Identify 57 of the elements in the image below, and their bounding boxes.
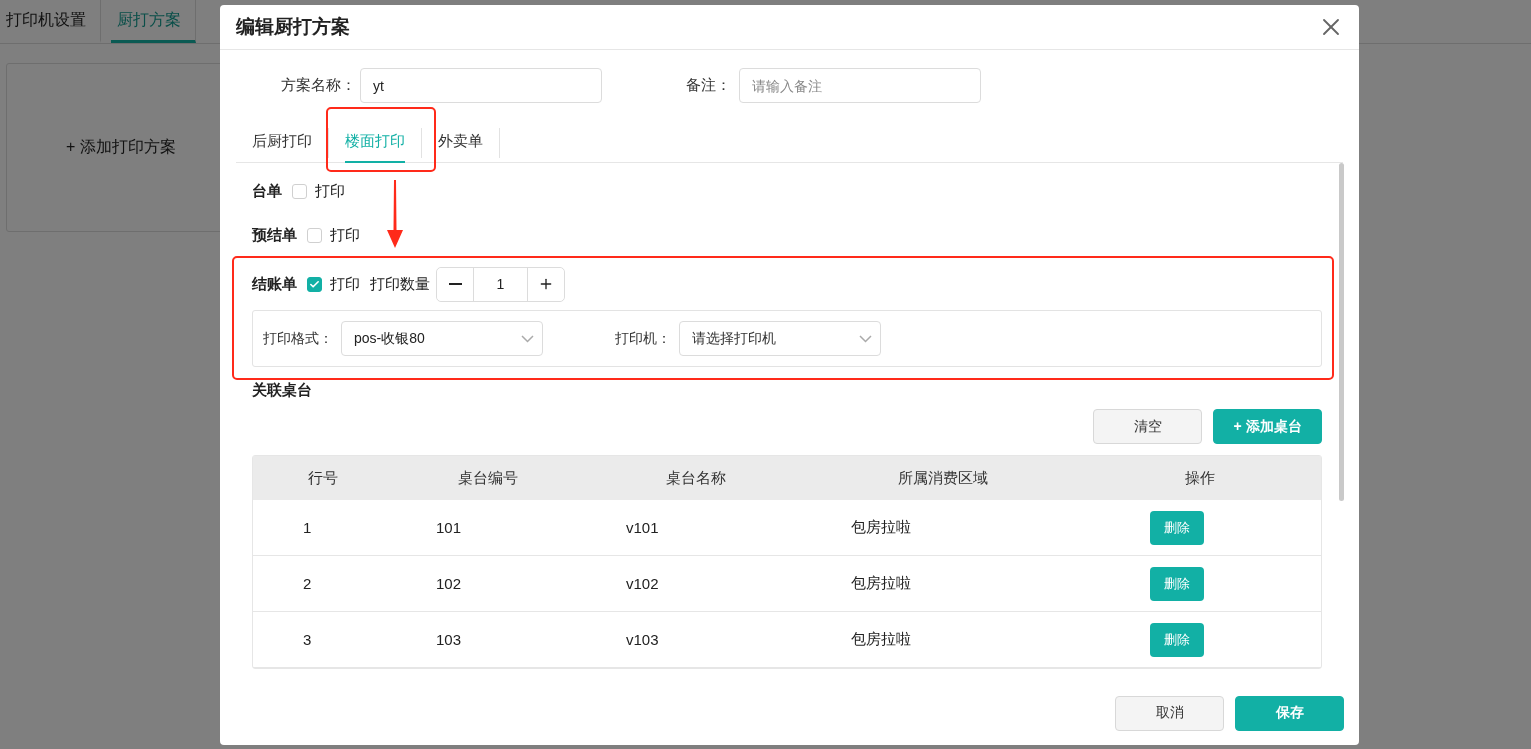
dialog-title: 编辑厨打方案: [236, 15, 350, 39]
chevron-icon: [859, 334, 872, 343]
table-cell-text: 101: [435, 519, 463, 536]
table-cell-text: v103: [625, 631, 660, 648]
column-header: 桌台编号: [457, 468, 519, 488]
option-label: 预结单: [252, 225, 297, 245]
tab[interactable]: 外卖单: [438, 122, 483, 163]
page-tab[interactable]: 厨打方案: [111, 0, 196, 43]
field-label: 打印机：: [615, 329, 671, 348]
checkbox-label: 打印: [315, 181, 345, 201]
table-cell-text: v101: [625, 519, 660, 536]
option-label: 结账单: [252, 274, 297, 294]
print-checkbox[interactable]: [307, 227, 322, 243]
clear-button[interactable]: 清空: [1093, 409, 1202, 444]
delete-button[interactable]: 删除: [1150, 622, 1204, 657]
printer-select[interactable]: 请选择打印机: [679, 321, 881, 356]
checkbox-label: 打印: [330, 225, 360, 245]
option-label: 台单: [252, 181, 282, 201]
plus-icon: [538, 276, 554, 292]
print-checkbox[interactable]: [307, 276, 322, 292]
section-title: 关联桌台: [252, 381, 313, 400]
add-table-button[interactable]: + 添加桌台: [1213, 409, 1322, 444]
add-scheme-label: + 添加打印方案: [66, 137, 176, 157]
field-label: 备注：: [685, 76, 731, 95]
checkbox-label: 打印: [330, 274, 360, 294]
table-cell-text: 1: [302, 519, 313, 536]
scrollbar[interactable]: [1339, 163, 1344, 501]
field-label: 方案名称：: [280, 76, 356, 95]
field-label: 打印格式：: [263, 329, 333, 348]
table-cell-text: 包房拉啦: [850, 518, 912, 537]
table-cell-text: v102: [625, 575, 660, 592]
column-header: 操作: [1183, 468, 1216, 488]
table-cell-text: 3: [302, 631, 313, 648]
check-icon: [309, 278, 320, 290]
delete-button[interactable]: 删除: [1150, 510, 1204, 545]
annotation-arrow: [386, 180, 404, 248]
table-cell-text: 102: [435, 575, 463, 592]
column-header: 行号: [307, 468, 339, 488]
quantity-label: 打印数量: [370, 274, 430, 294]
cancel-button[interactable]: 取消: [1115, 695, 1224, 731]
column-header: 桌台名称: [664, 468, 727, 488]
delete-button[interactable]: 删除: [1150, 566, 1204, 601]
tab[interactable]: 楼面打印: [345, 122, 405, 163]
table-cell-text: 包房拉啦: [850, 574, 912, 593]
save-button[interactable]: 保存: [1235, 695, 1344, 731]
tab[interactable]: 后厨打印: [252, 122, 312, 163]
print-checkbox[interactable]: [292, 183, 307, 199]
chevron-icon: [521, 334, 534, 343]
page-tab[interactable]: 打印机设置: [0, 0, 101, 43]
table-cell-text: 2: [302, 575, 313, 592]
column-header: 所属消费区域: [897, 468, 989, 488]
table-cell-text: 包房拉啦: [850, 630, 912, 649]
format-select[interactable]: pos-收银80: [341, 321, 543, 356]
minus-icon: [448, 283, 462, 285]
text-field[interactable]: yt: [360, 68, 602, 103]
text-field[interactable]: 请输入备注: [739, 68, 981, 103]
table-cell-text: 103: [435, 631, 463, 648]
